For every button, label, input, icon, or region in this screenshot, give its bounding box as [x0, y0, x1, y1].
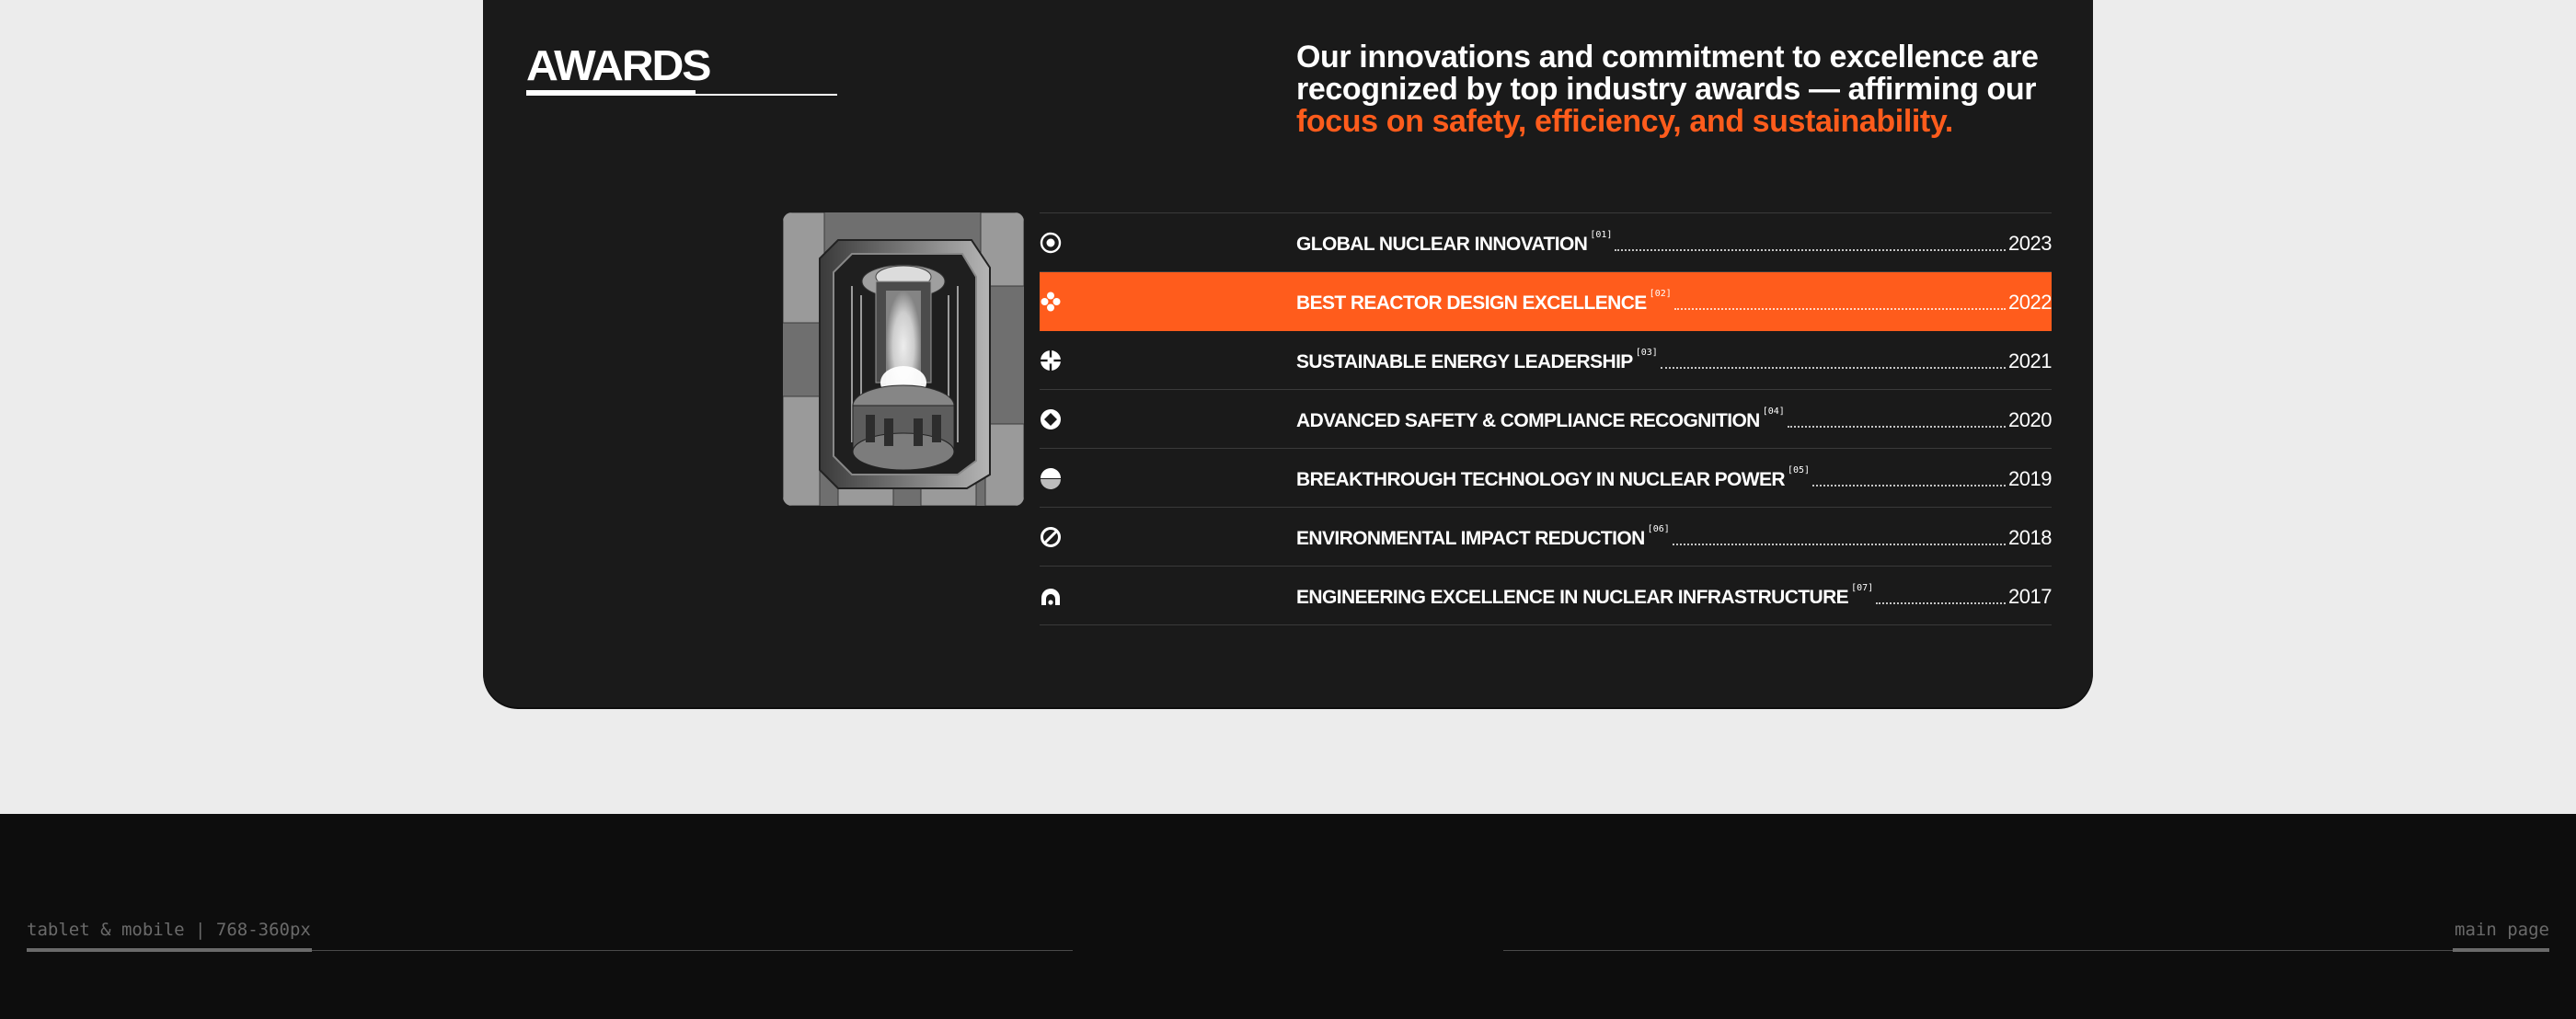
- award-year: 2021: [2008, 349, 2052, 372]
- award-year: 2020: [2008, 408, 2052, 431]
- intro-accent-text: focus on safety, efficiency, and sustain…: [1296, 104, 1953, 139]
- award-name: ENGINEERING EXCELLENCE IN NUCLEAR INFRAS…: [1296, 587, 1849, 608]
- dotted-leader: [1812, 485, 2007, 487]
- breakpoint-label[interactable]: tablet & mobile | 768-360px: [27, 920, 311, 940]
- award-year: 2023: [2008, 232, 2052, 255]
- award-year: 2018: [2008, 526, 2052, 549]
- title-underline: [526, 90, 696, 96]
- breakpoint-label-underline: [27, 948, 312, 952]
- diamond-cutout-icon: [1040, 408, 1062, 430]
- dotted-leader: [1673, 308, 2007, 310]
- award-number: [05]: [1787, 465, 1811, 475]
- award-name: ENVIRONMENTAL IMPACT REDUCTION: [1296, 528, 1645, 549]
- award-year: 2019: [2008, 467, 2052, 490]
- target-circle-icon: [1040, 232, 1062, 254]
- award-entry: ENGINEERING EXCELLENCE IN NUCLEAR INFRAS…: [1296, 583, 2052, 609]
- award-name: BREAKTHROUGH TECHNOLOGY IN NUCLEAR POWER: [1296, 469, 1786, 490]
- awards-intro: Our innovations and commitment to excell…: [1296, 41, 2060, 138]
- award-entry: BREAKTHROUGH TECHNOLOGY IN NUCLEAR POWER…: [1296, 465, 2052, 491]
- reactor-illustration: [783, 212, 1024, 506]
- half-circle-icon: [1040, 467, 1062, 489]
- dotted-leader: [1672, 544, 2007, 545]
- award-number: [03]: [1635, 348, 1658, 358]
- award-number: [02]: [1649, 289, 1672, 299]
- footer: tablet & mobile | 768-360px main page: [0, 814, 2576, 1019]
- award-number: [01]: [1590, 230, 1613, 240]
- award-entry: BEST REACTOR DESIGN EXCELLENCE [02] 2022: [1296, 289, 2052, 315]
- main-page-link[interactable]: main page: [2455, 920, 2549, 940]
- section-title: AWARDS: [526, 41, 712, 89]
- footer-divider-right: [1503, 950, 2549, 951]
- award-entry: SUSTAINABLE ENERGY LEADERSHIP [03] 2021: [1296, 348, 2052, 373]
- award-entry: ADVANCED SAFETY & COMPLIANCE RECOGNITION…: [1296, 406, 2052, 432]
- award-year: 2022: [2008, 291, 2052, 314]
- award-year: 2017: [2008, 585, 2052, 608]
- award-name: ADVANCED SAFETY & COMPLIANCE RECOGNITION: [1296, 410, 1760, 431]
- award-row[interactable]: BREAKTHROUGH TECHNOLOGY IN NUCLEAR POWER…: [1040, 449, 2052, 508]
- arch-icon: [1040, 585, 1062, 607]
- award-entry: GLOBAL NUCLEAR INNOVATION [01] 2023: [1296, 230, 2052, 256]
- awards-list: GLOBAL NUCLEAR INNOVATION [01] 2023 BEST RE…: [1040, 212, 2052, 625]
- award-row[interactable]: GLOBAL NUCLEAR INNOVATION [01] 2023: [1040, 213, 2052, 272]
- award-entry: ENVIRONMENTAL IMPACT REDUCTION [06] 2018: [1296, 524, 2052, 550]
- award-name: GLOBAL NUCLEAR INNOVATION: [1296, 234, 1588, 255]
- award-row[interactable]: ENGINEERING EXCELLENCE IN NUCLEAR INFRAS…: [1040, 567, 2052, 625]
- title-underline-line: [696, 94, 837, 96]
- award-row[interactable]: ADVANCED SAFETY & COMPLIANCE RECOGNITION…: [1040, 390, 2052, 449]
- award-number: [07]: [1851, 583, 1874, 593]
- award-row[interactable]: BEST REACTOR DESIGN EXCELLENCE [02] 2022: [1040, 272, 2052, 331]
- dotted-leader: [1660, 367, 2007, 369]
- main-page-link-underline: [2453, 948, 2549, 952]
- reactor-image: [783, 212, 1024, 506]
- intro-text: Our innovations and commitment to excell…: [1296, 40, 2039, 107]
- flower-icon: [1040, 291, 1062, 313]
- awards-section: AWARDS Our innovations and commitment to…: [483, 0, 2093, 707]
- award-name: SUSTAINABLE ENERGY LEADERSHIP: [1296, 351, 1633, 372]
- dotted-leader: [1787, 426, 2007, 428]
- award-name: BEST REACTOR DESIGN EXCELLENCE: [1296, 292, 1647, 314]
- slash-circle-icon: [1040, 526, 1062, 548]
- award-number: [04]: [1762, 406, 1785, 417]
- award-number: [06]: [1647, 524, 1670, 534]
- dotted-leader: [1876, 602, 2007, 604]
- award-row[interactable]: ENVIRONMENTAL IMPACT REDUCTION [06] 2018: [1040, 508, 2052, 567]
- award-row[interactable]: SUSTAINABLE ENERGY LEADERSHIP [03] 2021: [1040, 331, 2052, 390]
- crosshair-icon: [1040, 349, 1062, 372]
- dotted-leader: [1615, 249, 2007, 251]
